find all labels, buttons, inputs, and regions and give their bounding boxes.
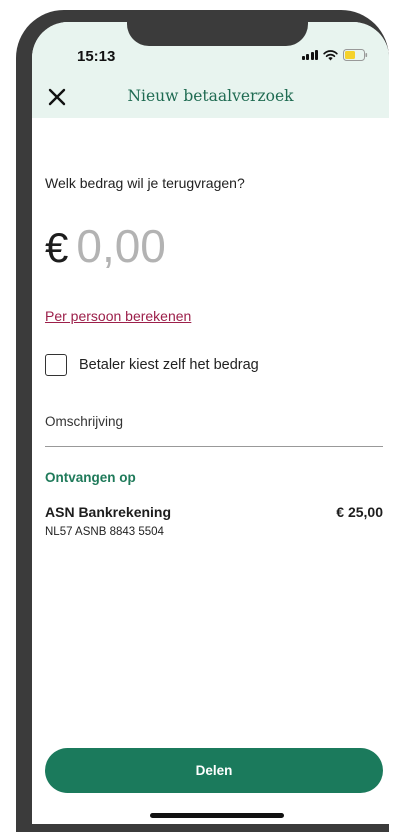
description-field[interactable]: Omschrijving (45, 406, 383, 447)
home-indicator[interactable] (150, 813, 284, 818)
app-screenshot: 15:13 Nieuw betaalverzoek Welk bedrag wi… (0, 0, 413, 832)
phone-notch (127, 10, 308, 46)
description-placeholder: Omschrijving (45, 414, 124, 429)
page-title: Nieuw betaalverzoek (127, 87, 294, 105)
battery-low-icon (343, 49, 368, 61)
account-iban: NL57 ASNB 8843 5504 (45, 526, 164, 538)
payer-chooses-amount-option[interactable]: Betaler kiest zelf het bedrag (45, 354, 259, 376)
payer-chooses-amount-label: Betaler kiest zelf het bedrag (79, 357, 259, 373)
amount-input[interactable] (76, 219, 277, 273)
status-icons (301, 49, 369, 61)
currency-symbol: € (45, 224, 69, 271)
share-button[interactable]: Delen (45, 748, 383, 793)
signal-bars-icon (301, 50, 318, 60)
account-name[interactable]: ASN Bankrekening (45, 504, 171, 520)
per-person-link[interactable]: Per persoon berekenen (45, 308, 191, 324)
amount-question: Welk bedrag wil je terugvragen? (45, 175, 245, 191)
status-time: 15:13 (77, 48, 116, 65)
account-balance: € 25,00 (336, 504, 383, 520)
payer-chooses-amount-checkbox[interactable] (45, 354, 67, 376)
app-screen: 15:13 Nieuw betaalverzoek Welk bedrag wi… (32, 22, 389, 824)
receive-heading: Ontvangen op (45, 470, 136, 485)
wifi-icon (323, 49, 338, 61)
amount-field[interactable]: € (45, 219, 277, 273)
